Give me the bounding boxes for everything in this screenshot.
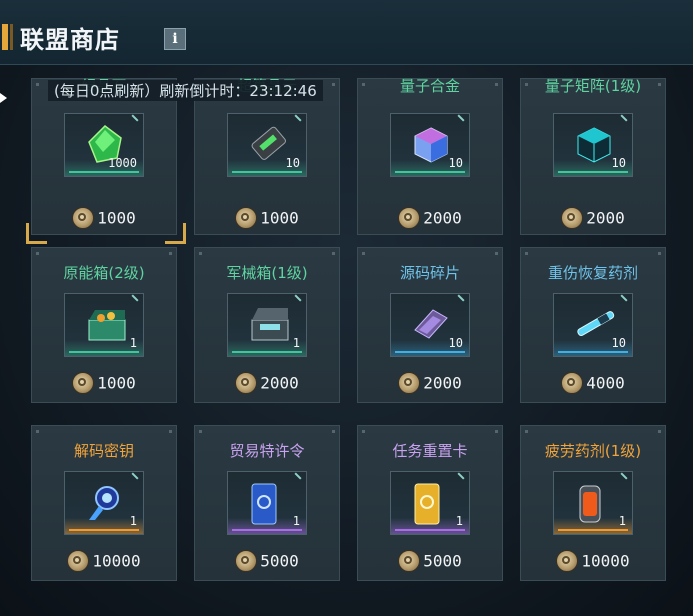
item-price: 2000 (195, 372, 339, 394)
shop-item-card[interactable]: 绿晶石10001000 (31, 77, 177, 235)
item-quantity: 1 (292, 514, 300, 528)
shop-item-card[interactable]: 解码密钥 1 10000 (31, 425, 177, 581)
shop-item-card[interactable]: 任务重置卡 1 5000 (357, 425, 503, 581)
item-icon-frame: 1 (64, 293, 144, 357)
item-name: 重伤恢复药剂 (547, 264, 638, 282)
item-name: 解码密钥 (73, 442, 134, 460)
item-name: 源码碎片 (399, 264, 460, 282)
ordnance-box-icon (248, 304, 292, 348)
price-value: 2000 (423, 208, 462, 228)
alliance-coin-icon (556, 550, 579, 572)
item-icon-frame: 1 (227, 471, 307, 535)
price-value: 2000 (260, 373, 299, 393)
shop-item-card[interactable]: 贸易特许令 1 5000 (194, 425, 340, 581)
item-quantity: 10 (285, 156, 300, 170)
alliance-coin-icon (561, 207, 584, 229)
item-price: 2000 (521, 207, 665, 229)
item-quantity: 10 (448, 336, 463, 350)
price-value: 2000 (423, 373, 462, 393)
alliance-coin-icon (561, 372, 584, 394)
item-quantity: 10 (611, 156, 626, 170)
energy-box-icon (85, 304, 129, 348)
item-quantity: 1 (129, 336, 137, 350)
item-quantity: 1 (292, 336, 300, 350)
alliance-coin-icon (235, 207, 258, 229)
item-price: 10000 (32, 550, 176, 572)
alliance-coin-icon (235, 550, 258, 572)
item-icon-frame: 10 (553, 113, 633, 177)
item-name: 贸易特许令 (229, 442, 305, 460)
item-price: 1000 (195, 207, 339, 229)
price-value: 1000 (260, 208, 299, 228)
shop-item-card[interactable]: 原能箱(2级) 1 1000 (31, 247, 177, 403)
item-price: 10000 (521, 550, 665, 572)
decode-key-icon (85, 482, 125, 526)
item-name: 疲劳药剂(1级) (544, 442, 642, 460)
alloy-cube-icon (411, 124, 451, 168)
item-price: 2000 (358, 372, 502, 394)
price-value: 4000 (586, 373, 625, 393)
price-value: 2000 (586, 208, 625, 228)
item-name: 任务重置卡 (392, 442, 468, 460)
item-icon-frame: 1 (553, 471, 633, 535)
item-icon-frame: 1 (390, 471, 470, 535)
code-fragment-icon (411, 304, 451, 348)
item-icon-frame: 10 (390, 113, 470, 177)
reset-card-icon (411, 482, 443, 530)
item-quantity: 1 (618, 514, 626, 528)
shop-item-card[interactable]: 军械箱(1级) 1 2000 (194, 247, 340, 403)
shop-item-card[interactable]: 量子合金 10 2000 (357, 77, 503, 235)
price-value: 10000 (581, 551, 630, 571)
item-quantity: 1 (129, 514, 137, 528)
alliance-coin-icon (235, 372, 258, 394)
item-icon-frame: 10 (227, 113, 307, 177)
item-quantity: 10 (448, 156, 463, 170)
item-icon-frame: 10 (390, 293, 470, 357)
item-quantity: 1 (455, 514, 463, 528)
alliance-coin-icon (398, 550, 421, 572)
alliance-coin-icon (67, 550, 90, 572)
price-value: 5000 (423, 551, 462, 571)
selection-corner-right (165, 223, 186, 244)
item-icon-frame: 1 (227, 293, 307, 357)
chip-icon (248, 124, 288, 168)
item-icon-frame: 1000 (64, 113, 144, 177)
price-value: 5000 (260, 551, 299, 571)
item-price: 5000 (195, 550, 339, 572)
alliance-coin-icon (72, 207, 95, 229)
shop-item-card[interactable]: 源码碎片 10 2000 (357, 247, 503, 403)
refresh-countdown: (每日0点刷新）刷新倒计时：23:12:46 (48, 80, 323, 101)
item-quantity: 1000 (108, 156, 137, 170)
item-price: 4000 (521, 372, 665, 394)
item-icon-frame: 10 (553, 293, 633, 357)
fatigue-potion-icon (574, 482, 606, 530)
shop-item-card[interactable]: 疲劳药剂(1级) 1 10000 (520, 425, 666, 581)
item-price: 1000 (32, 207, 176, 229)
item-name: 原能箱(2级) (63, 264, 145, 282)
item-name: 量子矩阵(1级) (544, 77, 642, 95)
alliance-coin-icon (398, 207, 421, 229)
item-name: 量子合金 (399, 77, 460, 95)
selection-corner-left (26, 223, 47, 244)
item-price: 5000 (358, 550, 502, 572)
alliance-coin-icon (398, 372, 421, 394)
shop-item-card[interactable]: 超算晶元101000 (194, 77, 340, 235)
matrix-cube-icon (574, 124, 614, 168)
item-quantity: 10 (611, 336, 626, 350)
item-name: 军械箱(1级) (226, 264, 308, 282)
shop-item-card[interactable]: 量子矩阵(1级) 10 2000 (520, 77, 666, 235)
price-value: 1000 (97, 208, 136, 228)
item-price: 1000 (32, 372, 176, 394)
alliance-coin-icon (72, 372, 95, 394)
price-value: 10000 (92, 551, 141, 571)
price-value: 1000 (97, 373, 136, 393)
trade-license-icon (248, 482, 280, 530)
item-icon-frame: 1 (64, 471, 144, 535)
item-price: 2000 (358, 207, 502, 229)
shop-item-card[interactable]: 重伤恢复药剂 10 4000 (520, 247, 666, 403)
